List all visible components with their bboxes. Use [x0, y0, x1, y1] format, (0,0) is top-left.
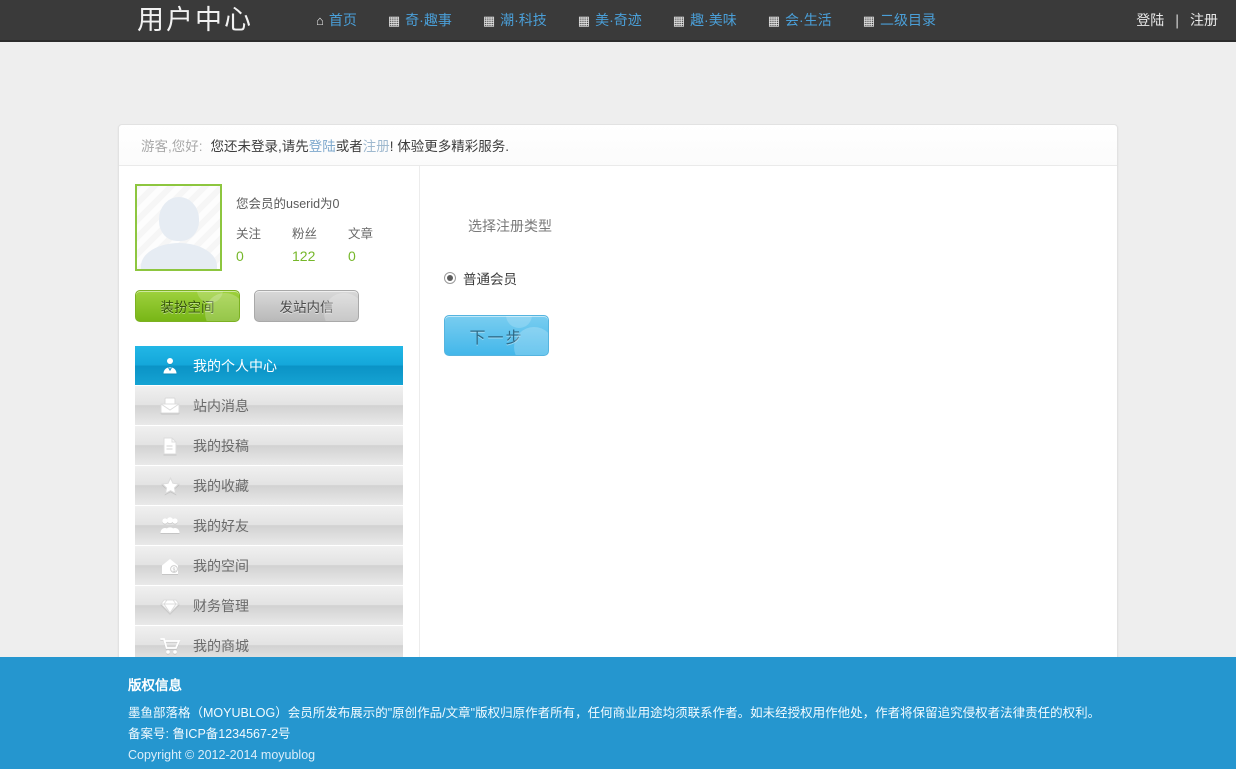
auth-links: 登陆 ❘ 注册 [1136, 10, 1218, 30]
sidebar-item-finance[interactable]: 财务管理 [135, 586, 403, 626]
decorate-space-button[interactable]: 装扮空间 [135, 290, 240, 322]
nav-item-qumeiwei[interactable]: ▦ 趣·美味 [673, 10, 737, 30]
sidebar-item-label: 我的空间 [193, 557, 249, 574]
sidebar-item-submissions[interactable]: 我的投稿 [135, 426, 403, 466]
site-brand-title: 用户中心 [137, 4, 253, 35]
profile-actions: 装扮空间 发站内信 [135, 290, 403, 322]
content-columns: 您会员的userid为0 关注 0 粉丝 122 文章 0 装扮空间 发站内信 … [119, 166, 1117, 686]
profile-info: 您会员的userid为0 关注 0 粉丝 122 文章 0 [236, 184, 404, 271]
userid-text: 您会员的userid为0 [236, 197, 340, 211]
sidebar-item-messages[interactable]: 站内消息 [135, 386, 403, 426]
sidebar-item-label: 我的个人中心 [193, 357, 277, 374]
home-icon: ⌂ [316, 12, 324, 28]
main-content-column: 选择注册类型 普通会员 下一步 [419, 166, 1117, 686]
nav-item-label: 会·生活 [785, 12, 832, 28]
notice-message-a: 您还未登录,请先 [210, 139, 309, 154]
footer-copyright-line: Copyright © 2012-2014 moyublog [128, 748, 316, 762]
stat-value: 122 [292, 248, 316, 264]
sidebar-item-label: 站内消息 [193, 397, 249, 414]
notice-greeting: 游客,您好: [141, 139, 203, 154]
notice-message-b: ! 体验更多精彩服务. [389, 139, 510, 154]
radio-dot [447, 275, 453, 281]
register-link[interactable]: 注册 [1190, 10, 1218, 30]
sidebar-item-space[interactable]: $ 我的空间 [135, 546, 403, 586]
page-container: 游客,您好: 您还未登录,请先 登陆 或者 注册 ! 体验更多精彩服务. 您会员… [118, 42, 1118, 687]
nav-item-huishenghuo[interactable]: ▦ 会·生活 [768, 10, 832, 30]
send-message-button[interactable]: 发站内信 [254, 290, 359, 322]
stat-fans[interactable]: 粉丝 122 [292, 223, 348, 264]
document-icon [157, 437, 183, 455]
page-footer: 版权信息 墨鱼部落格（MOYUBLOG）会员所发布展示的"原创作品/文章"版权归… [0, 657, 1236, 769]
footer-icp-record: 备案号: 鲁ICP备1234567-2号 [128, 727, 291, 741]
nav-item-secondary-directory[interactable]: ▦ 二级目录 [863, 10, 936, 30]
nav-item-label: 二级目录 [880, 12, 936, 28]
stat-label: 粉丝 [292, 227, 318, 241]
sidebar-item-label: 财务管理 [193, 597, 249, 614]
sidebar-item-favorites[interactable]: 我的收藏 [135, 466, 403, 506]
mail-icon [157, 397, 183, 414]
left-sidebar-column: 您会员的userid为0 关注 0 粉丝 122 文章 0 装扮空间 发站内信 … [119, 166, 419, 686]
nav-item-label: 潮·科技 [500, 12, 547, 28]
avatar-head-shape [158, 196, 199, 241]
stat-following[interactable]: 关注 0 [236, 223, 292, 264]
nav-item-label: 趣·美味 [690, 12, 737, 28]
nav-item-label: 美·奇迹 [595, 12, 642, 28]
nav-item-label: 奇·趣事 [405, 12, 452, 28]
nav-item-label: 首页 [328, 12, 357, 28]
login-link[interactable]: 登陆 [1136, 10, 1164, 30]
avatar[interactable] [135, 184, 222, 271]
stat-label: 文章 [348, 227, 374, 241]
footer-copyright-statement: 墨鱼部落格（MOYUBLOG）会员所发布展示的"原创作品/文章"版权归原作者所有… [128, 706, 1101, 720]
grid-icon: ▦ [767, 12, 781, 28]
sidebar-menu: 我的个人中心 站内消息 我的投稿 我的收藏 我的好友 $ 我的空间 财务管理 我… [135, 346, 403, 666]
grid-icon: ▦ [482, 12, 496, 28]
section-title: 选择注册类型 [468, 218, 552, 234]
radio-button-normal-member[interactable] [444, 272, 456, 284]
stat-label: 关注 [236, 227, 262, 241]
sidebar-item-label: 我的投稿 [193, 437, 249, 454]
next-step-button[interactable]: 下一步 [444, 315, 549, 356]
stat-value: 0 [348, 248, 356, 264]
auth-separator: ❘ [1171, 11, 1183, 28]
cart-icon [157, 637, 183, 655]
notice-register-link[interactable]: 注册 [363, 135, 390, 155]
main-panel: 游客,您好: 您还未登录,请先 登陆 或者 注册 ! 体验更多精彩服务. 您会员… [118, 124, 1118, 687]
profile-stats: 关注 0 粉丝 122 文章 0 [236, 223, 404, 264]
footer-title: 版权信息 [128, 678, 182, 693]
house-icon: $ [157, 557, 183, 575]
sidebar-item-label: 我的商城 [193, 637, 249, 654]
send-message-label: 发站内信 [279, 300, 334, 315]
radio-label: 普通会员 [463, 272, 517, 287]
top-navigation-bar: 用户中心 ⌂ 首页 ▦ 奇·趣事 ▦ 潮·科技 ▦ 美·奇迹 ▦ 趣·美味 ▦ … [0, 0, 1236, 42]
stat-articles[interactable]: 文章 0 [348, 223, 404, 264]
registration-type-option[interactable]: 普通会员 [444, 268, 1117, 288]
grid-icon: ▦ [577, 12, 591, 28]
nav-item-home[interactable]: ⌂ 首页 [316, 10, 357, 30]
svg-text:$: $ [173, 567, 176, 573]
sidebar-item-personal-center[interactable]: 我的个人中心 [135, 346, 403, 386]
nav-item-qiqushi[interactable]: ▦ 奇·趣事 [388, 10, 452, 30]
grid-icon: ▦ [387, 12, 401, 28]
grid-icon: ▦ [672, 12, 686, 28]
footer-inner: 版权信息 墨鱼部落格（MOYUBLOG）会员所发布展示的"原创作品/文章"版权归… [118, 674, 1118, 766]
nav-item-meiqiji[interactable]: ▦ 美·奇迹 [578, 10, 642, 30]
sidebar-item-label: 我的收藏 [193, 477, 249, 494]
grid-icon: ▦ [862, 12, 875, 28]
notice-login-link[interactable]: 登陆 [309, 135, 336, 155]
user-profile-icon [157, 357, 183, 374]
sidebar-item-friends[interactable]: 我的好友 [135, 506, 403, 546]
nav-item-chaokeji[interactable]: ▦ 潮·科技 [483, 10, 547, 30]
stat-value: 0 [236, 248, 244, 264]
main-nav-list: ⌂ 首页 ▦ 奇·趣事 ▦ 潮·科技 ▦ 美·奇迹 ▦ 趣·美味 ▦ 会·生活 … [316, 10, 967, 30]
sidebar-item-label: 我的好友 [193, 517, 249, 534]
notice-middle: 或者 [335, 139, 363, 154]
diamond-icon [157, 597, 183, 614]
avatar-body-shape [140, 243, 217, 269]
profile-summary: 您会员的userid为0 关注 0 粉丝 122 文章 0 [135, 184, 403, 271]
next-step-label: 下一步 [469, 329, 524, 347]
decorate-space-label: 装扮空间 [160, 300, 215, 315]
star-icon [157, 476, 183, 495]
friends-icon [157, 517, 183, 534]
guest-notice-bar: 游客,您好: 您还未登录,请先 登陆 或者 注册 ! 体验更多精彩服务. [119, 125, 1117, 166]
